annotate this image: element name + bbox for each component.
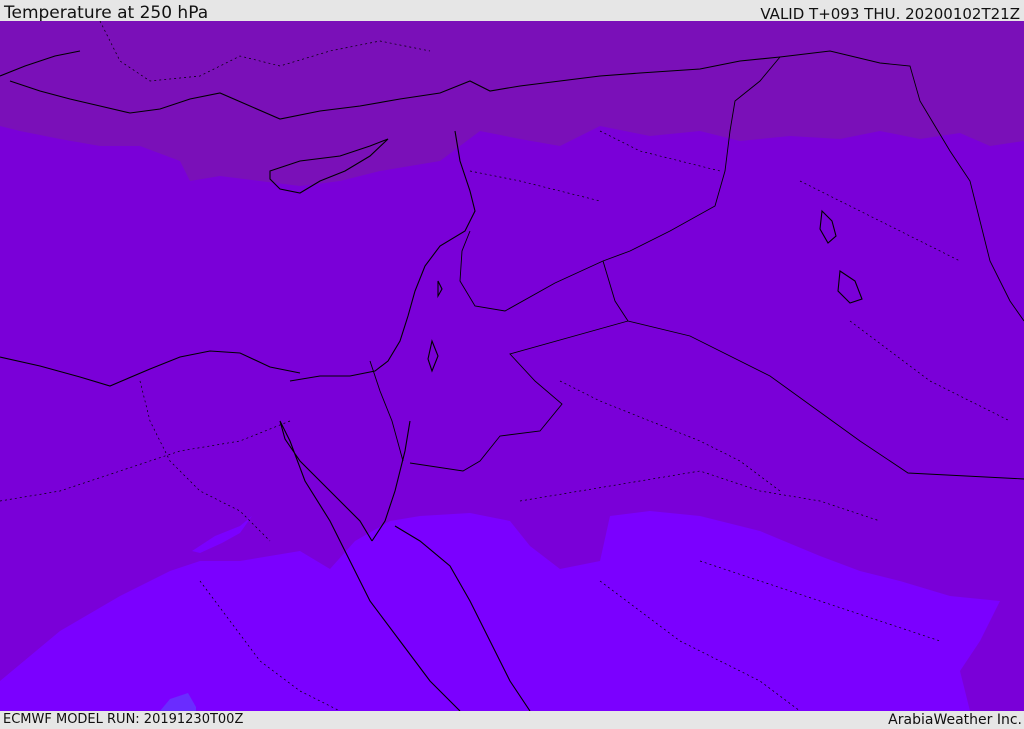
credit: ArabiaWeather Inc. (888, 712, 1022, 728)
weather-map (0, 21, 1024, 711)
footer-bar: ECMWF MODEL RUN: 20191230T00Z ArabiaWeat… (0, 711, 1024, 729)
model-run: ECMWF MODEL RUN: 20191230T00Z (3, 712, 244, 727)
warm-patch-arabia (675, 610, 691, 632)
header-bar: Temperature at 250 hPa VALID T+093 THU. … (0, 0, 1024, 23)
